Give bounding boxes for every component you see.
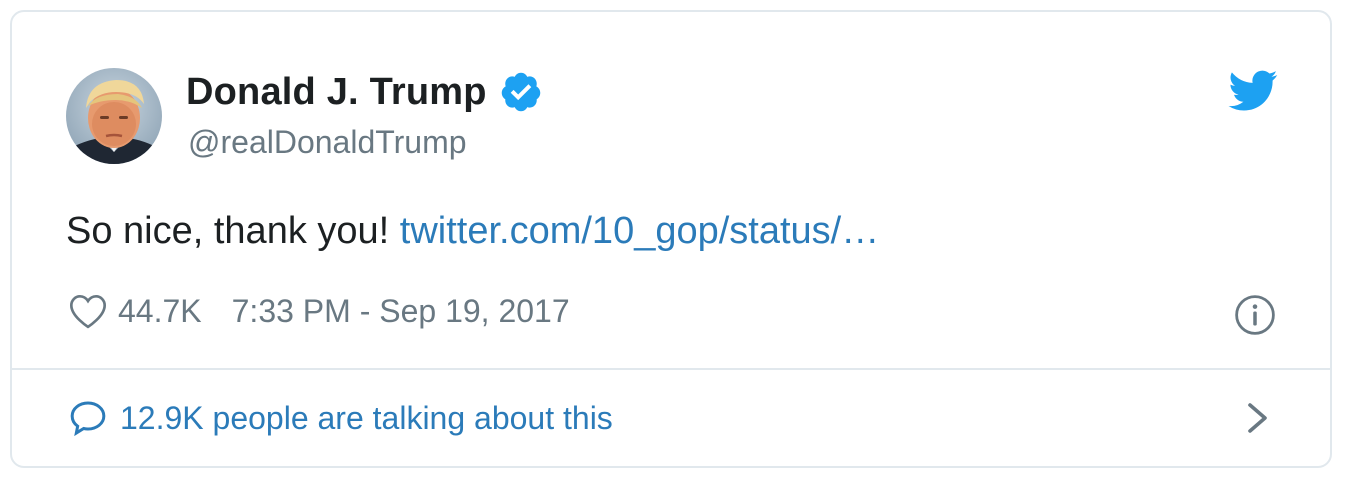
tweet-link[interactable]: twitter.com/10_gop/status/… bbox=[400, 210, 879, 252]
author-display-name[interactable]: Donald J. Trump bbox=[186, 71, 487, 114]
tweet-card[interactable]: Donald J. Trump @realDonaldTrump So nice… bbox=[10, 10, 1332, 468]
author-handle[interactable]: @realDonaldTrump bbox=[188, 124, 467, 161]
avatar[interactable] bbox=[66, 68, 162, 164]
tweet-timestamp[interactable]: 7:33 PM - Sep 19, 2017 bbox=[232, 293, 570, 330]
avatar-image bbox=[66, 68, 162, 164]
like-button[interactable]: 44.7K bbox=[68, 292, 202, 330]
tweet-text: So nice, thank you! twitter.com/10_gop/s… bbox=[66, 210, 879, 253]
divider bbox=[12, 368, 1330, 370]
tweet-meta: 44.7K 7:33 PM - Sep 19, 2017 bbox=[68, 292, 570, 330]
chevron-right-icon[interactable] bbox=[1246, 402, 1270, 434]
heart-icon bbox=[69, 294, 107, 329]
verified-badge-icon bbox=[501, 72, 540, 112]
twitter-bird-icon[interactable] bbox=[1228, 70, 1278, 112]
like-count: 44.7K bbox=[118, 292, 202, 329]
info-icon[interactable] bbox=[1234, 294, 1276, 336]
speech-bubble-icon bbox=[70, 401, 106, 437]
conversation-link[interactable]: 12.9K people are talking about this bbox=[68, 398, 613, 438]
tweet-body-text: So nice, thank you! bbox=[66, 210, 390, 252]
conversation-text: 12.9K people are talking about this bbox=[120, 399, 613, 436]
